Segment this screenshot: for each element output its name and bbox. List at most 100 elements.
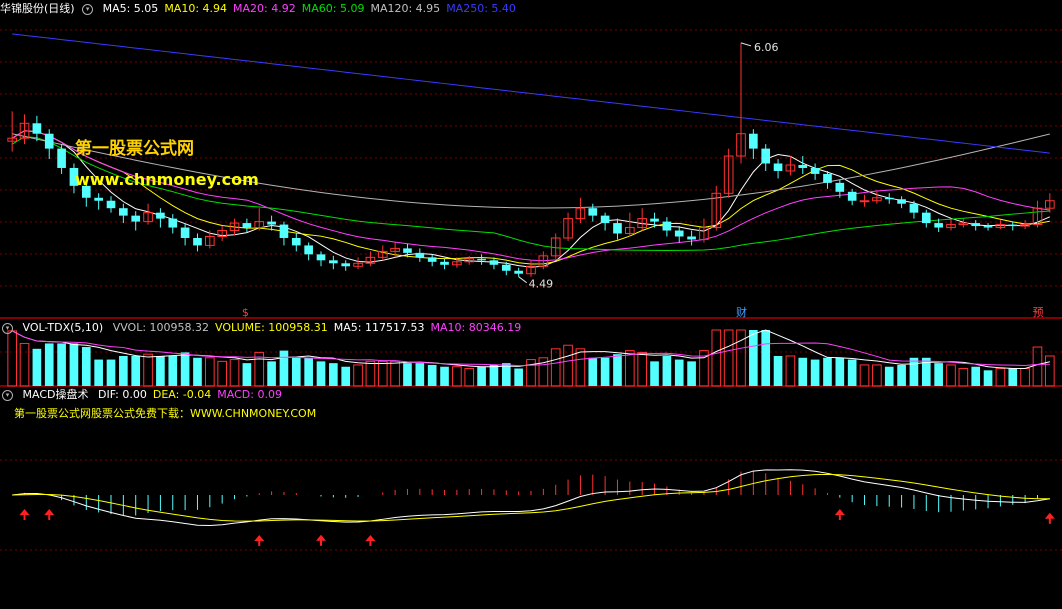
volume-bar-up bbox=[452, 366, 462, 387]
volume-bar-down bbox=[156, 355, 165, 386]
volume-bar-up bbox=[353, 364, 363, 387]
volume-bar-up bbox=[723, 329, 734, 387]
volume-bar-down bbox=[650, 361, 659, 386]
volume-bar-up bbox=[575, 348, 586, 387]
volume-bar-up bbox=[526, 359, 536, 387]
legend-item: DEA: -0.04 bbox=[152, 388, 212, 401]
volume-bar-down bbox=[279, 350, 289, 386]
candle-body-down bbox=[934, 223, 943, 228]
candle-body-down bbox=[94, 197, 103, 201]
event-marker: $ bbox=[242, 306, 249, 319]
volume-bar-up bbox=[143, 353, 153, 387]
volume-title: VOL-TDX(5,10) bbox=[22, 321, 104, 334]
volume-bar-down bbox=[329, 363, 338, 386]
volume-bar-down bbox=[69, 343, 79, 386]
volume-bar-down bbox=[131, 355, 141, 386]
candle-body-down bbox=[613, 223, 622, 234]
volume-bar-down bbox=[835, 357, 845, 386]
volume-bar-up bbox=[377, 360, 388, 387]
volume-bar-down bbox=[489, 364, 499, 386]
volume-bar-down bbox=[773, 355, 783, 386]
candle-body-down bbox=[291, 237, 301, 246]
candle-body-down bbox=[131, 215, 141, 222]
volume-bars[interactable] bbox=[7, 329, 1055, 387]
candle-body-down bbox=[427, 257, 437, 262]
volume-bar-up bbox=[1020, 368, 1030, 387]
legend-item: DIF: 0.00 bbox=[97, 388, 147, 401]
candle-body-down bbox=[242, 223, 252, 228]
volume-bar-down bbox=[193, 357, 202, 386]
candle-body-down bbox=[119, 208, 128, 216]
volume-bar-down bbox=[613, 354, 622, 386]
volume-bar-up bbox=[390, 360, 400, 387]
volume-bar-down bbox=[94, 359, 103, 386]
low-pointer bbox=[518, 276, 527, 284]
candle-body-down bbox=[193, 237, 202, 246]
volume-bar-down bbox=[44, 343, 54, 386]
volume-bar-down bbox=[971, 366, 981, 386]
volume-bar-up bbox=[229, 359, 240, 387]
volume-bar-down bbox=[674, 359, 684, 386]
candle-body-down bbox=[329, 260, 338, 264]
candle-body-down bbox=[921, 212, 931, 224]
volume-bar-down bbox=[983, 370, 993, 386]
candle-body-down bbox=[835, 182, 845, 192]
candle-body-up bbox=[859, 200, 870, 203]
legend-item: MA250: 5.40 bbox=[446, 2, 516, 15]
volume-bar-down bbox=[57, 343, 66, 386]
volume-bar-down bbox=[168, 355, 178, 386]
volume-bar-down bbox=[884, 366, 894, 386]
volume-bar-down bbox=[427, 364, 437, 386]
macd-histogram[interactable] bbox=[12, 470, 1051, 516]
candle-body-down bbox=[909, 203, 919, 213]
volume-bar-up bbox=[785, 355, 796, 387]
legend-item: MA5: 117517.53 bbox=[333, 321, 425, 334]
volume-bar-down bbox=[106, 359, 116, 386]
macd-title: MACD操盘术 bbox=[22, 388, 89, 401]
volume-bar-up bbox=[859, 364, 870, 387]
legend-item: VVOL: 100958.32 bbox=[112, 321, 210, 334]
candlesticks[interactable] bbox=[7, 42, 1055, 277]
volume-bar-down bbox=[81, 347, 91, 386]
macd-header: ▾ MACD操盘术 DIF: 0.00 DEA: -0.04 MACD: 0.09 bbox=[0, 387, 294, 403]
toggle-icon[interactable]: ▾ bbox=[2, 389, 13, 401]
candle-body-down bbox=[761, 148, 771, 164]
legend-item: MA60: 5.09 bbox=[301, 2, 365, 15]
volume-bar-down bbox=[810, 359, 820, 386]
volume-bar-down bbox=[341, 366, 351, 386]
candle-body-down bbox=[440, 261, 449, 265]
volume-bar-up bbox=[637, 351, 648, 387]
volume-bar-up bbox=[563, 344, 573, 387]
watermark-url: www.chnmoney.com bbox=[75, 170, 259, 189]
candle-body-down bbox=[279, 224, 289, 238]
dea-line bbox=[12, 473, 1050, 522]
stock-chart[interactable]: 6.06 4.49 $ 财 预 bbox=[0, 0, 1062, 609]
volume-bar-down bbox=[180, 352, 190, 386]
candle-body-down bbox=[501, 264, 511, 271]
candle-body-down bbox=[588, 208, 598, 216]
toggle-icon[interactable]: ▾ bbox=[2, 322, 13, 334]
candle-body-down bbox=[798, 164, 808, 168]
legend-item: MA20: 4.92 bbox=[233, 2, 296, 15]
volume-bar-up bbox=[958, 368, 969, 387]
toggle-icon[interactable]: ▾ bbox=[82, 3, 94, 15]
candle-body-down bbox=[600, 215, 610, 224]
low-label: 4.49 bbox=[529, 278, 554, 291]
candle-body-down bbox=[304, 245, 313, 255]
volume-bar-down bbox=[32, 348, 42, 386]
candle-body-down bbox=[267, 221, 276, 225]
candle-body-down bbox=[983, 226, 993, 228]
high-label: 6.06 bbox=[754, 41, 779, 54]
legend-item: MA10: 80346.19 bbox=[430, 321, 522, 334]
candle-body-down bbox=[168, 218, 178, 228]
vol-ma10-line bbox=[11, 330, 1050, 367]
candle-body-down bbox=[687, 236, 696, 240]
volume-bar-down bbox=[588, 357, 598, 386]
ma-legend: MA5: 5.05 MA10: 4.94 MA20: 4.92 MA60: 5.09 M… bbox=[103, 2, 522, 15]
candle-body-down bbox=[810, 167, 820, 174]
volume-bar-up bbox=[217, 360, 227, 387]
candle-body-down bbox=[180, 227, 190, 238]
legend-item: MA120: 4.95 bbox=[370, 2, 441, 15]
macd-legend: DIF: 0.00 DEA: -0.04 MACD: 0.09 bbox=[98, 388, 288, 401]
volume-bar-down bbox=[440, 366, 449, 386]
